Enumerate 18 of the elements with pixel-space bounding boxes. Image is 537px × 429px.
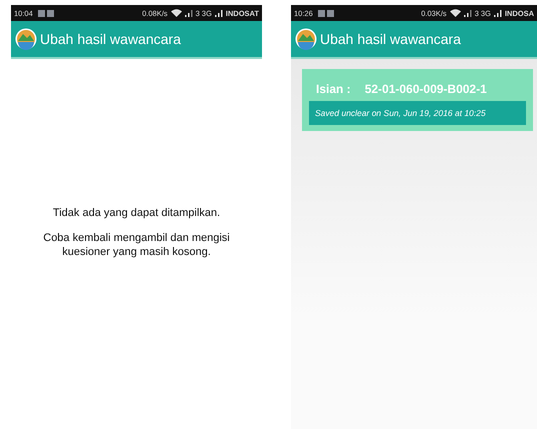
logo-icon[interactable] — [295, 28, 317, 50]
logo-icon[interactable] — [15, 28, 37, 50]
field-label: Isian : — [316, 82, 351, 96]
app-title: Ubah hasil wawancara — [40, 31, 181, 47]
signal-icon — [184, 10, 193, 16]
result-card[interactable]: Isian : 52-01-060-009-B002-1 Saved unclear on Sun, Jun 19, 2016 at 10:25 — [302, 69, 533, 131]
notification-icon — [38, 10, 54, 16]
signal-icon — [494, 10, 502, 16]
empty-message: Tidak ada yang dapat ditampilkan. — [52, 207, 220, 220]
signal-icon — [464, 10, 472, 16]
questionnaire-code: 52-01-060-009-B002-1 — [364, 82, 487, 96]
empty-hint: Coba kembali mengambil dan mengisi kuesioner yang masih kosong. — [42, 232, 231, 259]
wifi-icon — [450, 9, 461, 17]
wifi-icon — [170, 9, 182, 17]
app-title: Ubah hasil wawancara — [320, 31, 461, 47]
notification-icon — [318, 10, 334, 16]
save-note: Saved unclear on Sun, Jun 19, 2016 at 10:25 — [309, 101, 526, 125]
signal-icon — [214, 10, 223, 16]
